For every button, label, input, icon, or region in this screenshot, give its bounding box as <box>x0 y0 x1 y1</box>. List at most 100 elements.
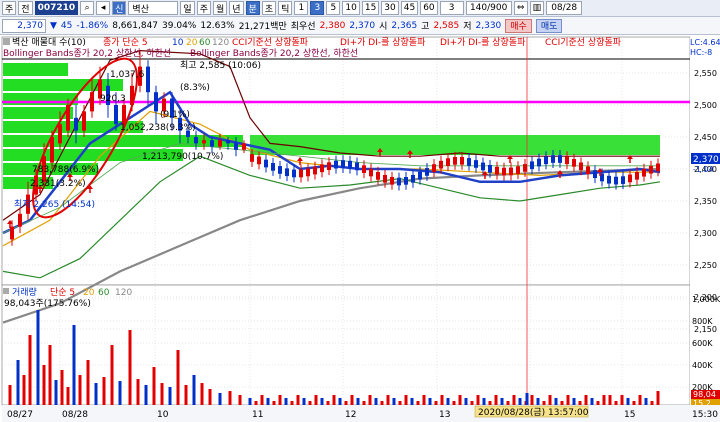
candle-body <box>264 159 268 168</box>
volume-bar <box>160 383 164 405</box>
volume-bar <box>94 383 98 405</box>
volume-bar <box>410 398 414 405</box>
period-month[interactable]: 월 <box>212 1 228 15</box>
annotation-vol3: 1,052,238(9.3%) <box>120 123 196 133</box>
period-tick[interactable]: 틱 <box>278 1 293 15</box>
price-tick-label: 2,250 <box>694 261 717 270</box>
volume-bar <box>404 395 408 405</box>
volume-bar <box>374 398 378 405</box>
candle-body <box>18 213 22 227</box>
x-tick-label: 12 <box>345 410 356 420</box>
count-10[interactable]: 10 <box>342 1 360 15</box>
legend-ma120: 120 <box>212 38 229 48</box>
count-15[interactable]: 15 <box>361 1 380 15</box>
candle-body <box>642 168 646 177</box>
candle-body <box>621 176 625 184</box>
legend-cci2: CCI기준선 상향돌파 <box>545 36 622 48</box>
candle-body <box>242 143 246 150</box>
candle-body <box>551 155 555 163</box>
annotation-vol1: 1,037,6 <box>110 70 145 80</box>
volume-bar <box>554 398 558 405</box>
volume-bar <box>200 383 204 405</box>
candle-body <box>614 176 618 185</box>
volume-bar <box>344 401 348 405</box>
candle-body <box>509 167 513 176</box>
x-tick-label: 10 <box>157 410 169 420</box>
volume-bar <box>22 375 26 405</box>
candle-body <box>341 160 345 168</box>
annotation-low: 최저 2,265 (14:54) <box>14 199 95 210</box>
menu-button[interactable]: 주 <box>2 1 17 15</box>
candle-body <box>411 174 415 183</box>
candle-body <box>90 92 94 112</box>
count-30[interactable]: 30 <box>381 1 399 15</box>
volume-bar <box>626 398 630 405</box>
sell-button[interactable]: 매도 <box>535 18 563 33</box>
period-year[interactable]: 년 <box>229 1 244 15</box>
count-45[interactable]: 45 <box>400 1 419 15</box>
stock-chart[interactable]: 최고 2,585 (10:06) 1,037,6 (8.3%) 920,3 (9… <box>0 35 720 422</box>
candle-body <box>292 169 296 178</box>
candle-body <box>369 168 373 177</box>
count-5[interactable]: 5 <box>326 1 341 15</box>
volume-bar <box>184 385 188 405</box>
volume-bar <box>602 395 606 405</box>
candle-body <box>474 160 478 168</box>
candle-body <box>628 174 632 183</box>
volume-bar <box>136 379 140 405</box>
volume-bar <box>518 398 522 405</box>
volume-bar <box>332 395 336 405</box>
candle-body <box>502 167 506 176</box>
buy-button[interactable]: 매수 <box>505 18 532 33</box>
volume-tick-label: 1,000K <box>692 295 720 304</box>
candle-body <box>285 168 289 177</box>
volume-bar <box>42 365 46 405</box>
candle-body <box>278 166 282 174</box>
candle-body <box>439 160 443 169</box>
search-icon[interactable]: ⌕ <box>80 1 95 15</box>
stock-code-input[interactable]: 007210 <box>34 1 79 15</box>
legend-ma10: 10 <box>172 38 184 48</box>
volume-bar <box>54 380 58 405</box>
candle-body <box>418 171 422 180</box>
x-tick-label: 13 <box>439 410 450 420</box>
period-minute[interactable]: 분 <box>245 1 260 15</box>
volume-bar <box>638 395 642 405</box>
candle-body <box>432 164 436 172</box>
volume-bar <box>248 398 252 405</box>
period-second[interactable]: 초 <box>261 1 277 15</box>
volume-bar <box>584 395 588 405</box>
legend-cci1: CCI기준선 상향돌파 <box>232 36 309 48</box>
volume-tick-label: 800K <box>692 317 713 326</box>
volume-bar <box>208 389 212 405</box>
range-display: 140/900 <box>465 1 512 15</box>
count-60[interactable]: 60 <box>420 1 438 15</box>
volume-bar <box>118 381 122 405</box>
volume-bar <box>458 395 462 405</box>
candle-body <box>397 177 401 186</box>
candle-body <box>250 154 254 162</box>
volume-bar <box>266 398 270 405</box>
count-1[interactable]: 1 <box>294 1 309 15</box>
x-axis <box>2 405 720 422</box>
candle-body <box>82 111 86 131</box>
count-3[interactable]: 3 <box>310 1 325 15</box>
period-day[interactable]: 일 <box>180 1 195 15</box>
prev-icon[interactable]: ◂ <box>96 1 111 15</box>
volume-bar <box>446 398 450 405</box>
volume-bar <box>536 398 540 405</box>
legend-boll2: Bollinger Bands종가 20,2 상한선, 하한선 <box>190 48 358 59</box>
period-week[interactable]: 주 <box>196 1 211 15</box>
date-field[interactable]: 08/28 <box>546 1 583 15</box>
volume-right-value1: 98,04 <box>693 390 716 399</box>
chart-icon[interactable]: ▥ <box>529 1 545 15</box>
volume-bar <box>572 398 576 405</box>
volume-bar <box>428 398 432 405</box>
count-input[interactable]: 3 <box>439 1 464 15</box>
volume-bar <box>560 401 564 405</box>
volume-bar <box>8 385 12 405</box>
amount-value: 21,271백만 <box>238 22 287 32</box>
volume-bar <box>102 377 106 405</box>
mode-select[interactable]: 전 <box>18 1 33 15</box>
scroll-icon[interactable]: ⇔ <box>513 1 528 15</box>
